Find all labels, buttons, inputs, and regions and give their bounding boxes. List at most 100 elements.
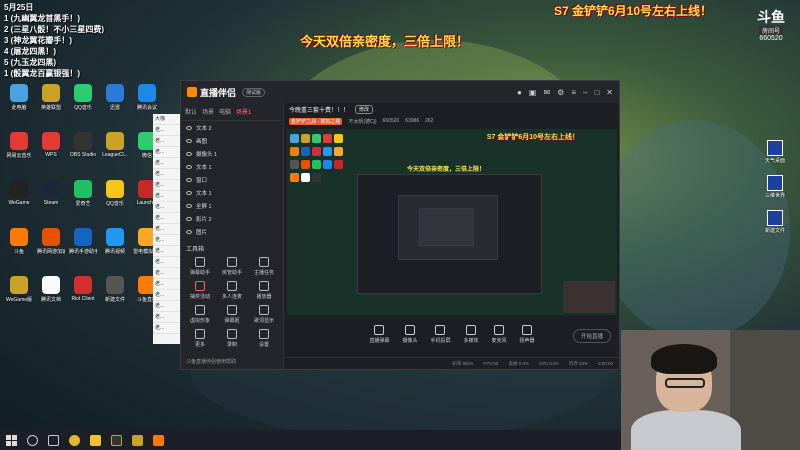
desktop-icon[interactable]: 腾讯会议 xyxy=(133,84,161,111)
search-icon[interactable] xyxy=(27,434,38,446)
preview-app-icon xyxy=(301,173,310,182)
tool-item[interactable]: 抽奖活动 xyxy=(184,281,216,300)
gift-icon[interactable]: ▣ xyxy=(529,88,537,97)
edit-title-button[interactable]: 修改 xyxy=(355,105,374,114)
visibility-eye-icon[interactable] xyxy=(186,177,192,182)
tab-scene-1[interactable]: 场景1 xyxy=(236,107,251,116)
visibility-eye-icon[interactable] xyxy=(186,151,192,156)
tool-item[interactable]: 虚拟形象 xyxy=(184,305,216,324)
right-desktop-icon[interactable]: 新建文件 xyxy=(760,210,790,234)
tool-item[interactable]: 歌词显示 xyxy=(248,305,280,324)
status-item: 0:00:00 xyxy=(597,361,613,366)
start-icon[interactable] xyxy=(6,434,17,446)
lol-icon[interactable] xyxy=(132,434,143,446)
source-item[interactable]: 全屏 1 xyxy=(181,199,283,212)
chrome-icon[interactable] xyxy=(69,434,80,446)
settings-icon[interactable]: ⚙ xyxy=(557,88,564,97)
tool-item[interactable]: 播放器 xyxy=(248,281,280,300)
live-companion-window: 直播伴侣 测试版 ● ▣ ✉ ⚙ ≡ – □ ✕ 默认 场景 电脑 场景1 文本… xyxy=(180,80,620,370)
douyu-taskbar-icon[interactable] xyxy=(153,434,164,446)
visibility-eye-icon[interactable] xyxy=(186,229,192,234)
mail-icon[interactable]: ✉ xyxy=(543,88,550,97)
minimize-icon[interactable]: – xyxy=(583,88,587,97)
toolbar-button[interactable]: 多媒体 xyxy=(464,324,479,344)
desktop-icon[interactable]: Steam xyxy=(37,180,65,206)
category-tag[interactable]: 金铲铲之战 - 模拟之路 xyxy=(289,117,343,125)
desktop-icon[interactable]: WPS xyxy=(37,132,65,158)
desktop-icon[interactable]: OBS Studio xyxy=(69,132,97,158)
tool-item[interactable]: 更多 xyxy=(184,329,216,348)
source-item[interactable]: 影片 2 xyxy=(181,212,283,225)
desktop-icon[interactable]: 爱奇艺 xyxy=(69,180,97,207)
maximize-icon[interactable]: □ xyxy=(594,88,599,97)
visibility-eye-icon[interactable] xyxy=(186,190,192,195)
source-item[interactable]: 文本 2 xyxy=(181,121,283,134)
desktop-icon[interactable]: 网易云音乐 xyxy=(5,132,33,159)
weather-app-icon xyxy=(767,140,783,156)
app-icon xyxy=(74,180,92,198)
avatar-icon[interactable]: ● xyxy=(517,88,522,97)
visibility-eye-icon[interactable] xyxy=(186,216,192,221)
toolbar-button[interactable]: 直播弹幕 xyxy=(369,324,389,344)
toolbar-button[interactable]: 手机投屏 xyxy=(430,324,451,344)
start-live-button[interactable]: 开始直播 xyxy=(572,329,611,343)
visibility-eye-icon[interactable] xyxy=(186,138,192,143)
desktop-icon[interactable]: 斗鱼 xyxy=(5,228,33,255)
source-item[interactable]: 图片 xyxy=(181,225,283,238)
desktop-icon[interactable]: WeGame版 xyxy=(5,276,33,303)
tab-scene[interactable]: 场景 xyxy=(202,107,214,116)
source-item[interactable]: 文本 1 xyxy=(181,160,283,173)
app-left-panel: 默认 场景 电脑 场景1 文本 2 画图 摄像头 1 文本 1 窗口 文本 1 全屏 1 影片… xyxy=(181,103,284,369)
overlay-line: 1 (骰翼龙百赢银强！) xyxy=(4,69,80,78)
visibility-eye-icon[interactable] xyxy=(186,164,192,169)
source-item[interactable]: 摄像头 1 xyxy=(181,147,283,160)
app-name: 直播伴侣 xyxy=(200,87,237,98)
preview-app-icon xyxy=(323,134,332,143)
toolbar-button[interactable]: 摄像头 xyxy=(402,324,417,344)
source-item[interactable]: 文本 1 xyxy=(181,186,283,199)
right-desktop-icon[interactable]: 天气桌面 xyxy=(760,140,790,164)
app-icon xyxy=(106,276,124,294)
wegame-icon[interactable] xyxy=(111,434,122,446)
tool-item[interactable]: 主播任务 xyxy=(248,257,280,276)
menu-icon[interactable]: ≡ xyxy=(571,88,576,97)
task-view-icon[interactable] xyxy=(48,434,59,446)
desktop-icon[interactable]: QQ音乐 xyxy=(69,84,97,111)
tool-item[interactable]: 弹幕助手 xyxy=(184,257,216,276)
source-item[interactable]: 画图 xyxy=(181,134,283,147)
explorer-icon[interactable] xyxy=(90,434,101,446)
desktop-icon[interactable]: QQ音乐 xyxy=(101,180,129,207)
desktop-icon-label: 英雄联盟 xyxy=(40,105,61,111)
right-desktop-icon[interactable]: 三维世界 xyxy=(760,175,790,199)
toolbar-button[interactable]: 扬声器 xyxy=(520,324,535,344)
visibility-eye-icon[interactable] xyxy=(186,125,192,130)
desktop-icon[interactable]: 腾讯视频 xyxy=(101,228,129,255)
desktop-icon[interactable]: 迅雷 xyxy=(101,84,129,111)
desktop-icon[interactable]: 腾讯手游助手 xyxy=(69,228,97,255)
desktop-icon[interactable]: 新建文件 xyxy=(101,276,129,303)
tool-item[interactable]: 弹幕姬 xyxy=(216,305,248,324)
chat-message: 老... xyxy=(153,125,183,136)
desktop-icon[interactable]: Riot Client xyxy=(69,276,97,302)
source-item[interactable]: 窗口 xyxy=(181,173,283,186)
tool-item[interactable]: 录制 xyxy=(216,329,248,348)
desktop-icon-label: 此电脑 xyxy=(11,105,27,111)
desktop-icon[interactable]: WeGame xyxy=(5,180,33,206)
help-link[interactable]: 斗鱼直播伴侣使用帮助 xyxy=(186,358,236,365)
tool-item[interactable]: 房管助手 xyxy=(216,257,248,276)
tool-item[interactable]: 多人连麦 xyxy=(216,281,248,300)
desktop-icon[interactable]: 英雄联盟 xyxy=(37,84,65,111)
status-item: 内存:33% xyxy=(568,360,588,366)
visibility-eye-icon[interactable] xyxy=(186,203,192,208)
tab-default[interactable]: 默认 xyxy=(185,107,197,116)
close-icon[interactable]: ✕ xyxy=(606,88,613,97)
tool-item[interactable]: 设置 xyxy=(248,329,280,348)
desktop-icon[interactable]: LeagueCl... xyxy=(101,132,129,158)
tab-computer[interactable]: 电脑 xyxy=(219,107,231,116)
desktop-icon[interactable]: 腾讯文档 xyxy=(37,276,65,303)
desktop-icon[interactable]: 腾讯网游加速器 xyxy=(37,228,65,255)
toolbar-button[interactable]: 麦克风 xyxy=(492,324,507,344)
desktop-icon[interactable]: 此电脑 xyxy=(5,84,33,111)
toolbox-grid: 弹幕助手 房管助手 主播任务抽奖活动 多人连麦 播放器虚拟形象 弹幕姬 歌词显示更多 录制 设置 xyxy=(181,257,283,348)
desktop-icon-label: Riot Client xyxy=(71,296,95,302)
